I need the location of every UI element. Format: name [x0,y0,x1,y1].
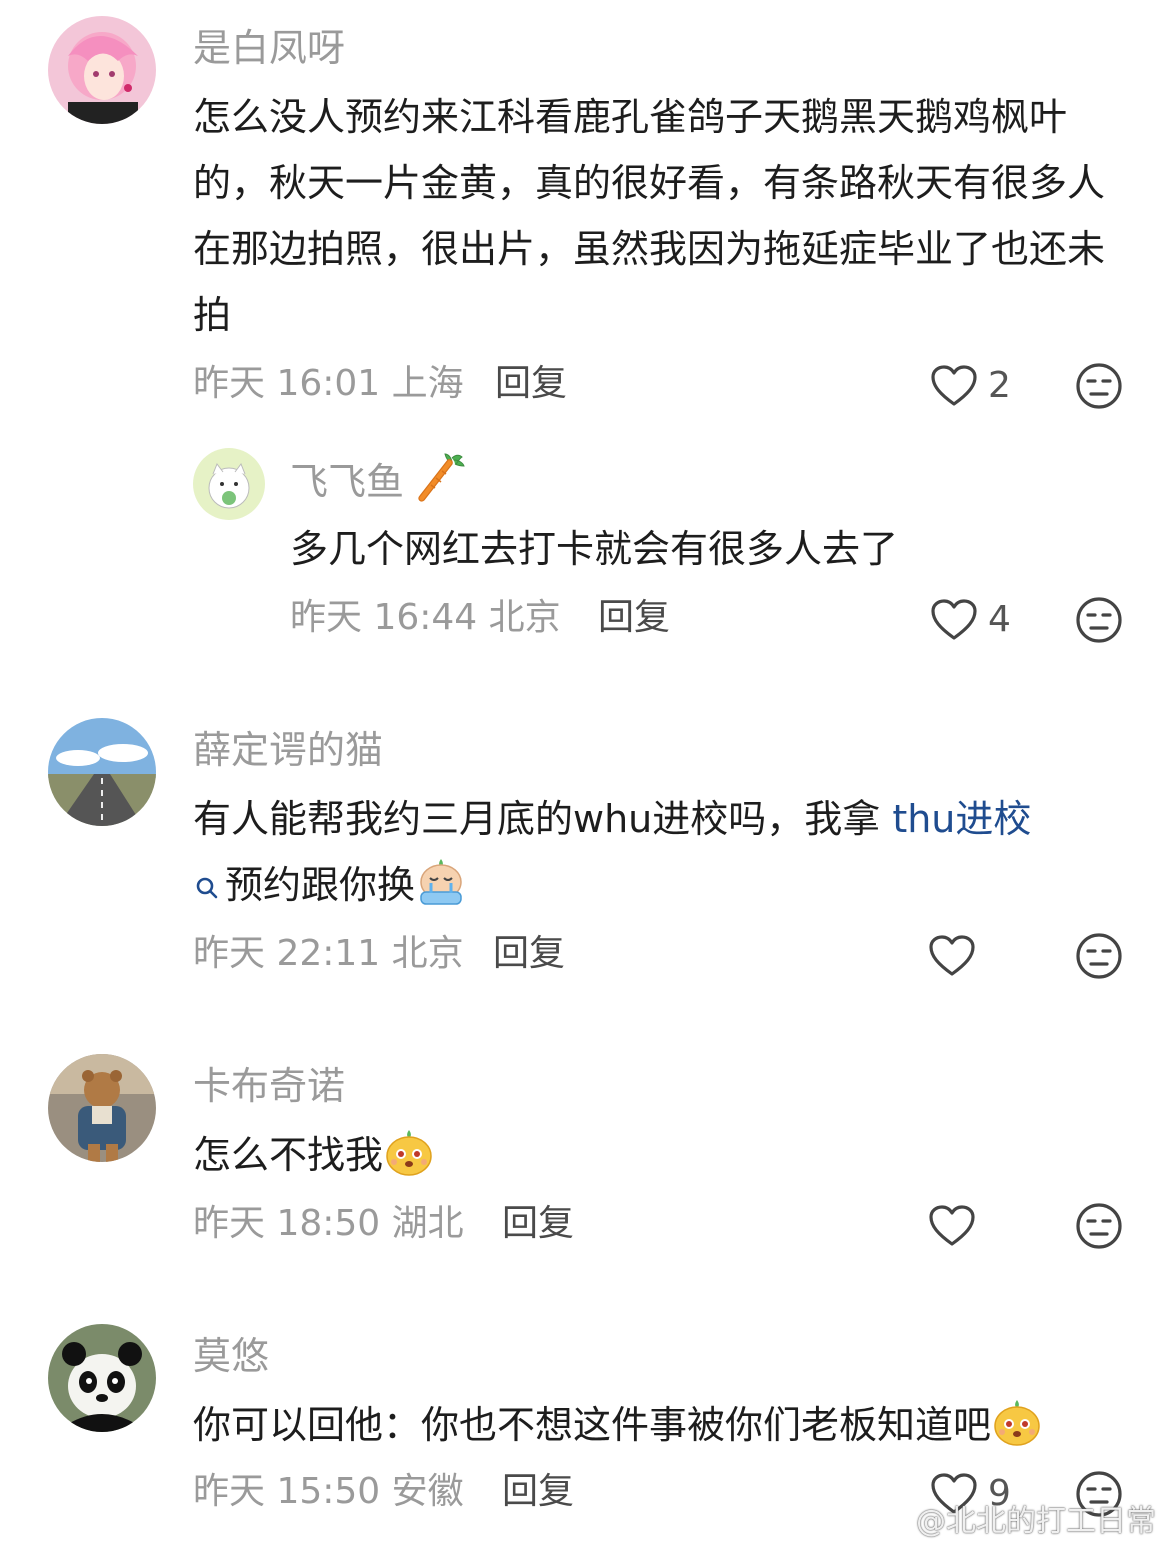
heart-icon[interactable] [928,1204,976,1248]
search-link[interactable]: thu进校 [892,797,1031,841]
neutral-face-icon[interactable] [1075,596,1123,644]
username[interactable]: 是白凤呀 [193,24,345,72]
heart-icon[interactable] [930,364,978,408]
carrot-icon [414,450,470,506]
reply-button[interactable]: 回复 [502,1200,574,1248]
comment-text: 怎么没人预约来江科看鹿孔雀鸽子天鹅黑天鹅鸡枫叶的，秋天一片金黄，真的很好看，有条… [193,95,1106,337]
comment-time-location: 昨天 18:50 湖北 [193,1203,464,1244]
teddy-bear-avatar-icon [48,1054,156,1162]
comment-time-location: 昨天 22:11 北京 [193,933,464,974]
comment-text-part: 怎么不找我 [193,1133,384,1177]
username[interactable]: 薛定谔的猫 [193,726,383,774]
comment-text: 有人能帮我约三月底的whu进校吗，我拿 thu进校 预约跟你换 [193,786,1123,918]
user-avatar[interactable] [48,1054,156,1162]
weibo-watermark: @北北的打工日常 [916,1504,1156,1539]
reply-button[interactable]: 回复 [495,360,567,408]
username[interactable]: 卡布奇诺 [193,1062,345,1110]
comment-text: 多几个网红去打卡就会有很多人去了 [290,527,899,571]
comment-time-location: 昨天 16:44 北京 [290,597,561,638]
comment-time-location: 昨天 16:01 上海 [193,363,464,404]
like-count: 4 [988,599,1011,640]
search-icon[interactable] [193,874,221,902]
comment-text-part: 预约跟你换 [225,863,416,907]
anime-girl-avatar-icon [48,16,156,124]
reply-button[interactable]: 回复 [493,930,565,978]
neutral-face-icon[interactable] [1075,362,1123,410]
comment-time-location: 昨天 15:50 安徽 [193,1471,464,1512]
bun-emoji-icon [383,1126,435,1178]
user-avatar[interactable] [48,16,156,124]
comment-text-part: 你可以回他：你也不想这件事被你们老板知道吧 [193,1403,992,1447]
reply-button[interactable]: 回复 [598,594,670,642]
comment-text: 怎么不找我 [193,1122,1123,1188]
comment-text-part: 有人能帮我约三月底的whu进校吗，我拿 [193,797,893,841]
user-avatar[interactable] [193,448,265,520]
comment-text: 你可以回他：你也不想这件事被你们老板知道吧 [193,1392,1133,1458]
user-avatar[interactable] [48,718,156,826]
neutral-face-icon[interactable] [1075,932,1123,980]
like-count: 2 [988,365,1011,406]
username[interactable]: 莫悠 [193,1332,269,1380]
username[interactable]: 飞飞鱼 [290,458,404,506]
neutral-face-icon[interactable] [1075,1202,1123,1250]
road-landscape-avatar-icon [48,718,156,826]
user-avatar[interactable] [48,1324,156,1432]
panda-avatar-icon [48,1324,156,1432]
bun-emoji-icon [991,1396,1043,1448]
heart-icon[interactable] [930,598,978,642]
cartoon-cat-avatar-icon [193,448,265,520]
heart-icon[interactable] [928,934,976,978]
reply-button[interactable]: 回复 [502,1468,574,1516]
crying-bun-emoji-icon [415,856,467,908]
